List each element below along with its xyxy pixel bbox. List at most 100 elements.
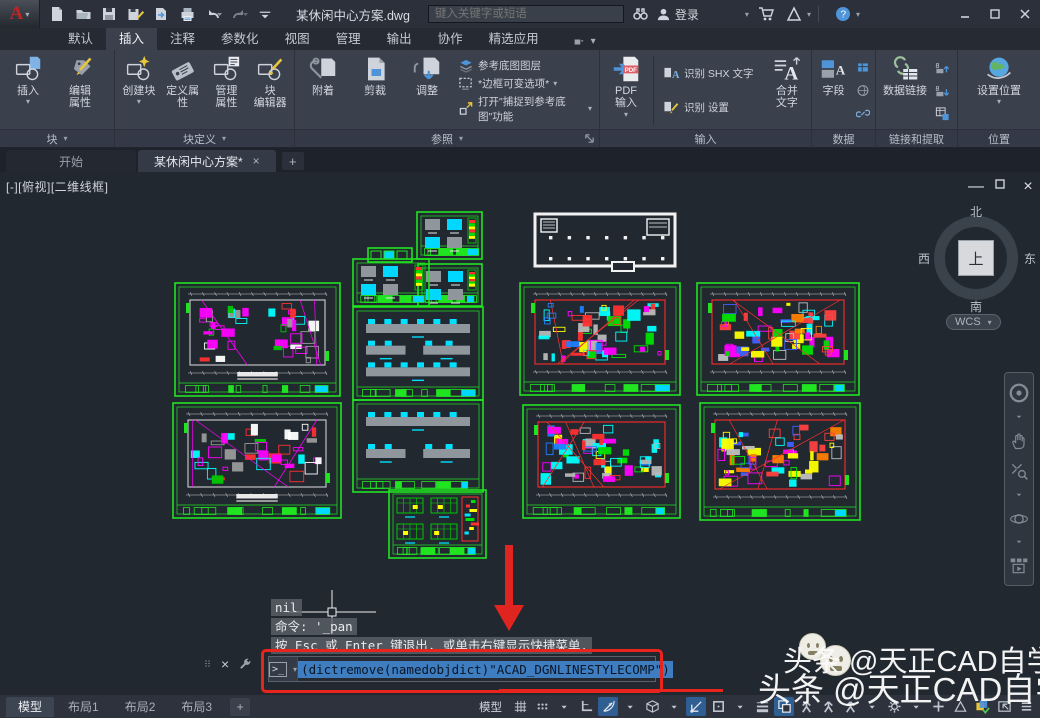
polar-tracking-icon[interactable] xyxy=(598,697,618,716)
save-icon[interactable] xyxy=(98,3,120,25)
object-snap-icon[interactable] xyxy=(708,697,728,716)
maximize-button[interactable] xyxy=(980,0,1010,28)
layout-tab-model[interactable]: 模型 xyxy=(6,697,54,717)
ribbon-tab-2[interactable]: 插入 xyxy=(106,25,157,50)
block-editor-button[interactable]: 块 编辑器 xyxy=(248,52,292,129)
polar-dropdown-icon[interactable] xyxy=(620,697,640,716)
wcs-menu[interactable]: WCS ▾ xyxy=(946,314,1001,330)
ribbon-tab-3[interactable]: 注释 xyxy=(157,25,208,50)
drawing-canvas[interactable]: [-][俯视][二维线框] — × 北 南 西 东 上 WCS ▾ nil 命令… xyxy=(0,172,1040,695)
panel-launcher-icon[interactable] xyxy=(584,133,595,144)
orbit-icon[interactable] xyxy=(1007,509,1031,529)
redo-icon[interactable] xyxy=(228,3,250,25)
ribbon-display-toggle-button[interactable]: ▾ xyxy=(562,33,604,50)
layout-tab-2[interactable]: 布局2 xyxy=(113,697,168,717)
grid-icon[interactable] xyxy=(510,697,530,716)
panel-title-reference[interactable]: 参照 ▾ xyxy=(295,129,599,147)
combine-text-button[interactable]: A 合并 文字 xyxy=(765,52,809,129)
set-location-button[interactable]: 设置位置 ▾ xyxy=(970,52,1028,129)
annotation-scale-icon[interactable] xyxy=(840,697,860,716)
scale-dropdown-icon[interactable] xyxy=(862,697,882,716)
open-from-web-icon[interactable] xyxy=(150,3,172,25)
nav-dropdown-icon[interactable] xyxy=(1007,414,1031,421)
download-link-icon[interactable]: 8 xyxy=(933,82,951,100)
viewcube[interactable]: 北 南 西 东 上 WCS ▾ xyxy=(920,206,1032,332)
orbit-dropdown-icon[interactable] xyxy=(1007,539,1031,546)
panel-title-linking[interactable]: 链接和提取 xyxy=(876,129,957,147)
viewport-restore-icon[interactable] xyxy=(994,178,1010,196)
drag-grip-icon[interactable] xyxy=(204,656,212,672)
new-layout-button[interactable]: + xyxy=(230,698,250,716)
ribbon-tab-8[interactable]: 协作 xyxy=(425,25,476,50)
save-as-icon[interactable] xyxy=(124,3,146,25)
ribbon-tab-5[interactable]: 视图 xyxy=(272,25,323,50)
layout-tab-3[interactable]: 布局3 xyxy=(169,697,224,717)
panel-title-data[interactable]: 数据 xyxy=(812,129,875,147)
viewcube-east[interactable]: 东 xyxy=(1024,250,1036,267)
snap-dropdown-icon[interactable] xyxy=(554,697,574,716)
annotation-monitor-icon[interactable] xyxy=(928,697,948,716)
attach-button[interactable]: 附着 xyxy=(297,52,349,129)
object-snap-tracking-icon[interactable] xyxy=(686,697,706,716)
new-drawing-tab-button[interactable]: + xyxy=(282,152,304,170)
graphics-performance-icon[interactable] xyxy=(994,697,1014,716)
layout-tab-1[interactable]: 布局1 xyxy=(56,697,111,717)
recognition-settings-button[interactable]: 识别 设置 xyxy=(659,99,763,116)
isolate-objects-icon[interactable] xyxy=(972,697,992,716)
units-icon[interactable] xyxy=(950,697,970,716)
file-tab-drawing[interactable]: 某休闲中心方案* × xyxy=(138,150,276,172)
snap-to-underlay-button[interactable]: 打开"捕捉到参考底图"功能 ▾ xyxy=(455,93,595,125)
close-icon[interactable]: × xyxy=(221,656,229,672)
create-block-button[interactable]: 创建块 ▾ xyxy=(117,52,161,129)
viewport-close-icon[interactable]: × xyxy=(1020,178,1036,196)
hyperlink-icon[interactable] xyxy=(854,105,872,123)
panel-title-import[interactable]: 输入 xyxy=(600,129,811,147)
viewcube-top-face[interactable]: 上 xyxy=(958,240,994,276)
close-button[interactable] xyxy=(1010,0,1040,28)
field-button[interactable]: A 字段 xyxy=(814,52,853,129)
app-store-cart-icon[interactable] xyxy=(755,3,777,25)
define-attributes-button[interactable]: 定义属性 xyxy=(161,52,205,129)
viewport-controls[interactable]: [-][俯视][二维线框] xyxy=(6,178,109,195)
customize-wrench-icon[interactable] xyxy=(238,657,252,671)
zoom-extents-icon[interactable] xyxy=(1007,461,1031,481)
pan-hand-icon[interactable] xyxy=(1007,431,1031,451)
pdf-import-button[interactable]: PDF PDF 输入 ▾ xyxy=(602,52,650,129)
ribbon-tab-9[interactable]: 精选应用 xyxy=(476,25,552,50)
ribbon-tab-7[interactable]: 输出 xyxy=(374,25,425,50)
upload-link-icon[interactable]: 8 xyxy=(933,59,951,77)
plot-icon[interactable] xyxy=(176,3,198,25)
selection-cycling-icon[interactable] xyxy=(774,697,794,716)
update-field-icon[interactable] xyxy=(854,59,872,77)
workspace-dropdown-icon[interactable] xyxy=(906,697,926,716)
underlay-layers-button[interactable]: 参考底图图层 xyxy=(455,57,595,74)
panel-title-block[interactable]: 块 ▾ xyxy=(0,129,114,147)
open-folder-icon[interactable] xyxy=(72,3,94,25)
chevron-down-icon[interactable]: ▾ xyxy=(745,10,749,19)
workspace-gear-icon[interactable] xyxy=(884,697,904,716)
ortho-icon[interactable] xyxy=(576,697,596,716)
lineweight-icon[interactable] xyxy=(752,697,772,716)
file-tab-start[interactable]: 开始 xyxy=(6,150,136,172)
insert-block-button[interactable]: 插入 ▾ xyxy=(2,52,54,129)
isodraft-dropdown-icon[interactable] xyxy=(664,697,684,716)
customize-icon[interactable] xyxy=(1016,697,1036,716)
showmotion-icon[interactable] xyxy=(1007,556,1031,576)
app-menu-button[interactable]: A ▾ xyxy=(0,0,40,28)
frame-options-button[interactable]: *边框可变选项* ▾ xyxy=(455,75,595,92)
help-icon[interactable]: ? xyxy=(832,3,854,25)
clip-button[interactable]: 剪裁 xyxy=(349,52,401,129)
minimize-button[interactable] xyxy=(950,0,980,28)
recognize-shx-text-button[interactable]: A 识别 SHX 文字 xyxy=(659,65,763,82)
viewcube-north[interactable]: 北 xyxy=(970,203,982,220)
binoculars-search-icon[interactable] xyxy=(630,3,652,25)
viewcube-south[interactable]: 南 xyxy=(970,298,982,315)
isodraft-icon[interactable] xyxy=(642,697,662,716)
annotation-visibility-icon[interactable] xyxy=(796,697,816,716)
qat-customize-icon[interactable] xyxy=(254,3,276,25)
object-snap-dropdown-icon[interactable] xyxy=(730,697,750,716)
new-file-icon[interactable] xyxy=(46,3,68,25)
a360-icon[interactable] xyxy=(783,3,805,25)
undo-icon[interactable] xyxy=(202,3,224,25)
ole-object-icon[interactable] xyxy=(854,82,872,100)
